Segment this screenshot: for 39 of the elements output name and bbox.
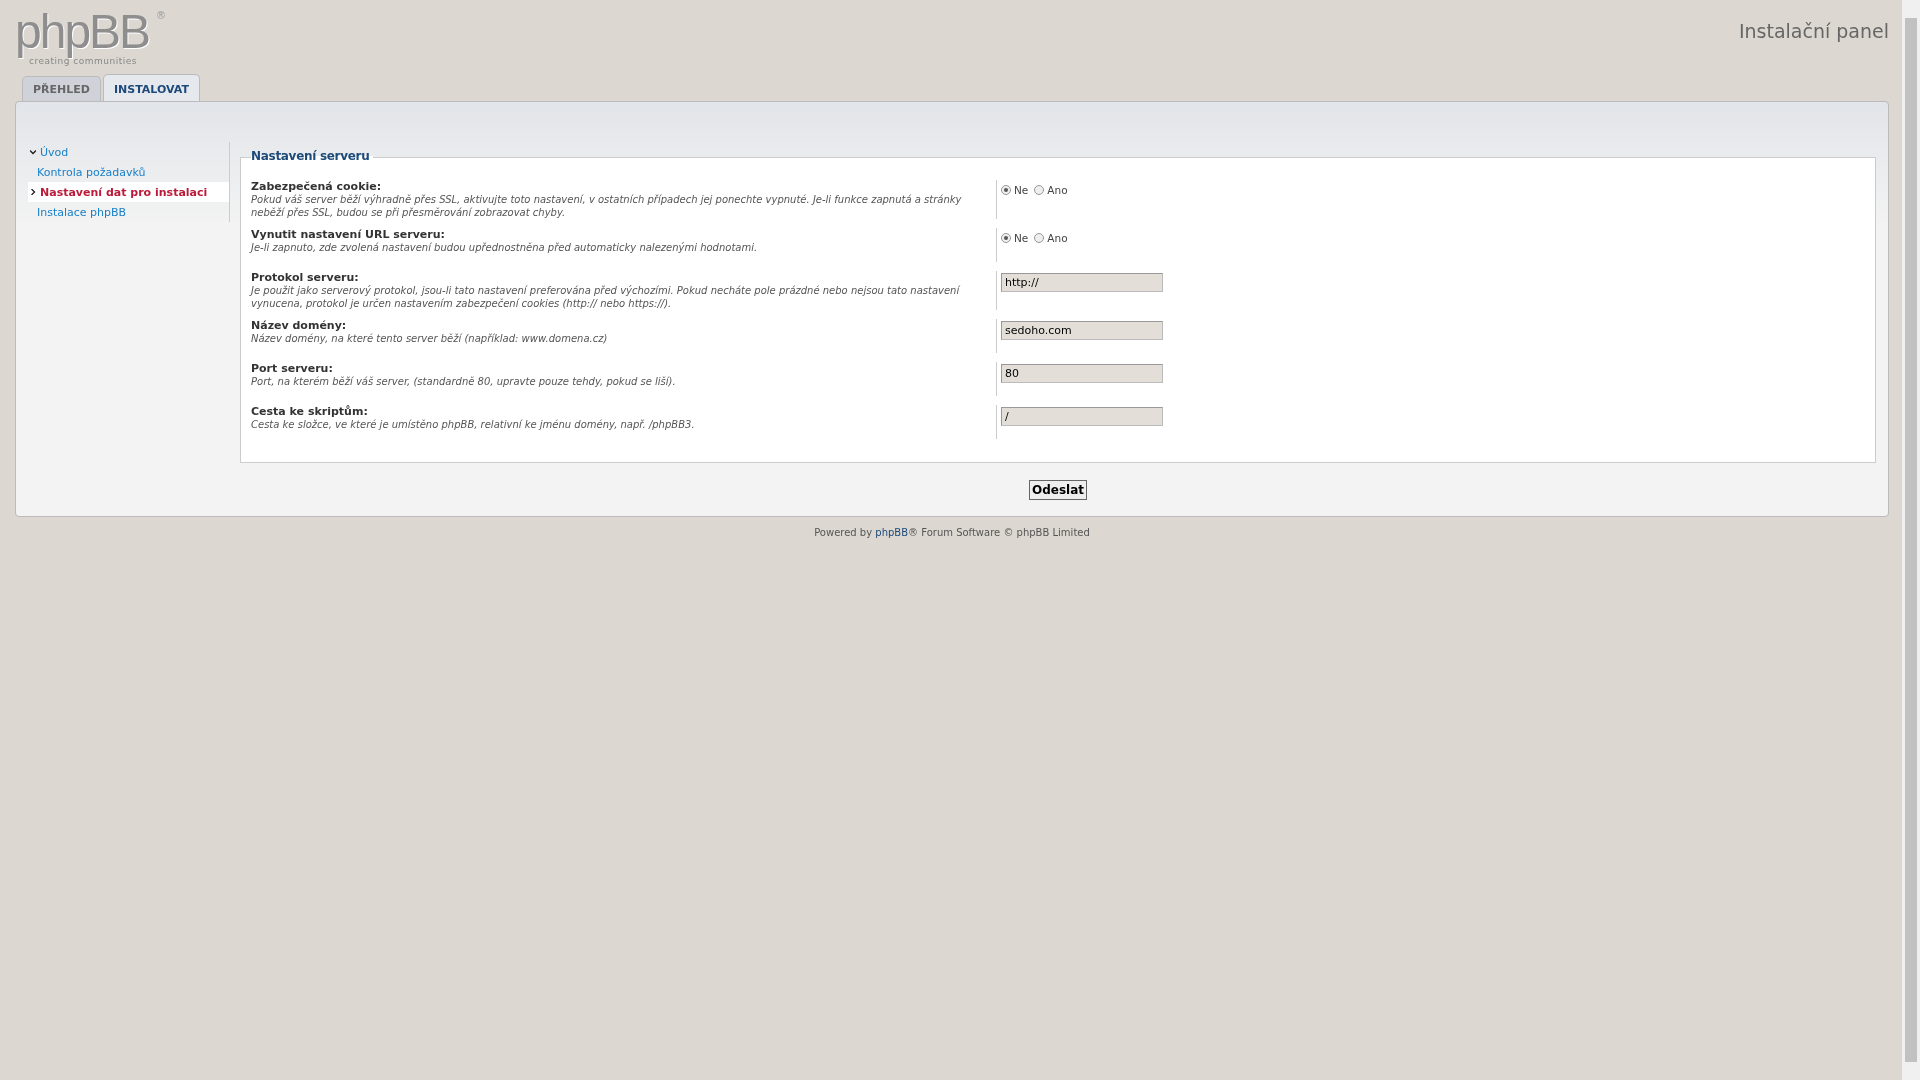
nav-item[interactable]: Úvod [28, 142, 229, 162]
radio-label: Ano [1047, 232, 1068, 244]
footer-text: Powered by phpBB® Forum Software © phpBB Limited [814, 527, 1090, 538]
input-field[interactable]: 80 [1001, 364, 1163, 383]
field-explanation: Cesta ke složce, ve které je umístěno phpBB, relativní ke jménu domény, např. /phpBB3. [251, 418, 696, 431]
radio-button[interactable] [1001, 233, 1011, 243]
panel-title: Instalační panel [1738, 20, 1889, 42]
tab[interactable]: PŘEHLED [22, 76, 101, 101]
footer-link[interactable]: phpBB [875, 527, 909, 538]
field-explanation: Je použit jako serverový protokol, jsou-li tato nastavení preferována před výchozími. Pokud necháte pole prázdné nebo nejsou tato nastavení vynucena, protokol je určen nastavením zabezpečení cookies (http:// nebo https://). [251, 284, 961, 310]
radio-label: Ano [1047, 184, 1068, 196]
nav-item[interactable]: Kontrola požadavků [28, 162, 229, 182]
field-explanation: Pokud váš server běží výhradně přes SSL, aktivujte toto nastavení, v ostatních případech jej ponechte vypnuté. Je-li funkce zapnutá a stránky neběží přes SSL, budou se při přesměrování zobrazovat chyby. [251, 193, 963, 219]
radio-label: Ne [1014, 232, 1029, 244]
tab[interactable]: INSTALOVAT [102, 74, 200, 101]
field-label: Vynutit nastavení URL serveru: [251, 228, 446, 241]
field-explanation: Je-li zapnuto, zde zvolená nastavení budou upřednostněna před automaticky nalezenými hodnotami. [251, 241, 759, 254]
field-label: Protokol serveru: [251, 271, 360, 284]
nav-item[interactable]: Instalace phpBB [28, 202, 229, 222]
field-explanation: Název domény, na které tento server běží (například: www.domena.cz) [251, 332, 609, 345]
submit-button[interactable]: Odeslat [1029, 480, 1087, 500]
field-label: Zabezpečená cookie: [251, 180, 383, 193]
phpbb-logo: phpBB® creating communities [15, 10, 167, 68]
field-explanation: Port, na kterém běží váš server, (standardně 80, upravte pouze tehdy, pokud se liší). [251, 375, 677, 388]
field-label: Název domény: [251, 319, 348, 332]
scrollbar[interactable] [1902, 0, 1920, 1080]
radio-label: Ne [1014, 184, 1029, 196]
field-label: Port serveru: [251, 362, 334, 375]
caret-right-icon [30, 189, 36, 195]
field-label: Cesta ke skriptům: [251, 405, 369, 418]
input-field[interactable]: http:// [1001, 273, 1163, 292]
caret-down-icon [30, 149, 36, 155]
input-field[interactable]: sedoho.com [1001, 321, 1163, 340]
radio-button[interactable] [1034, 233, 1045, 243]
radio-button[interactable] [1034, 185, 1045, 195]
radio-button[interactable] [1001, 185, 1011, 195]
fieldset-legend: Nastavení serveru [251, 149, 374, 163]
nav-item[interactable]: Nastavení dat pro instalaci [28, 182, 229, 202]
input-field[interactable]: / [1001, 407, 1163, 426]
